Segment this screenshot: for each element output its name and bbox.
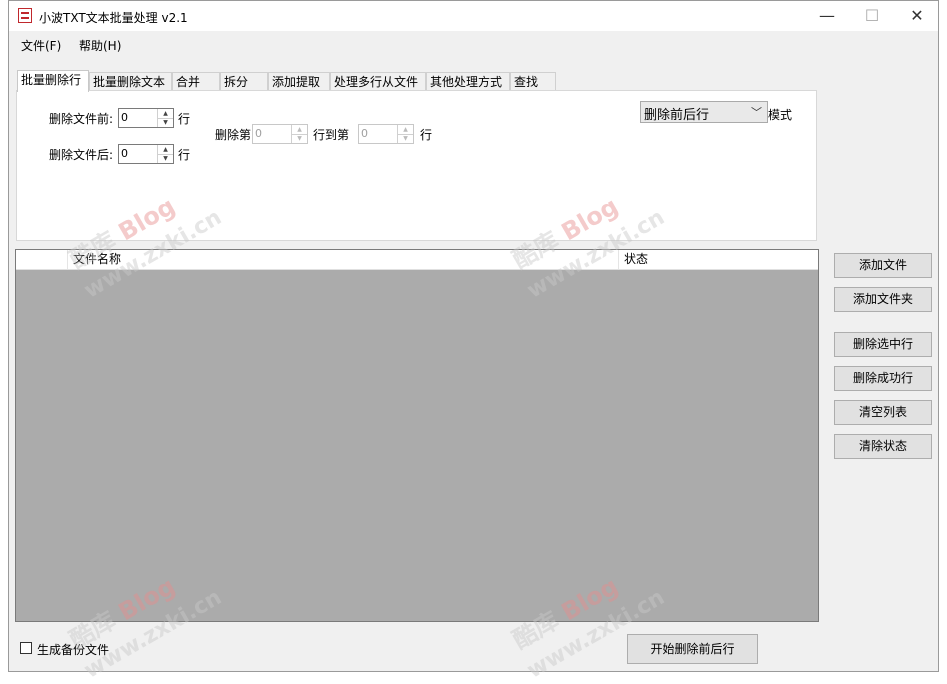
mode-label: 模式 (768, 108, 793, 122)
menu-bar: 文件(F) 帮助(H) (9, 31, 938, 57)
delete-to-value: 0 (361, 127, 368, 140)
delete-to-stepper[interactable]: 0 ▲ ▼ (358, 124, 414, 144)
backup-checkbox[interactable] (20, 642, 32, 654)
tab-find[interactable]: 查找 (510, 72, 556, 91)
mode-select[interactable]: 删除前后行 ﹀ (640, 101, 768, 123)
minimize-icon[interactable]: — (804, 1, 850, 31)
clear-list-button[interactable]: 清空列表 (834, 400, 932, 425)
stepper-down-icon[interactable]: ▼ (398, 134, 413, 143)
add-folder-button[interactable]: 添加文件夹 (834, 287, 932, 312)
stepper-down-icon[interactable]: ▼ (158, 154, 173, 163)
column-header-filename[interactable]: 文件名称 (68, 250, 619, 269)
delete-after-value: 0 (121, 147, 128, 160)
tab-panel-batch-delete-lines: 删除文件前: 0 ▲ ▼ 行 删除文件后: 0 ▲ ▼ 行 删除第 0 ▲ ▼ (16, 90, 817, 241)
mode-select-value: 删除前后行 (644, 108, 710, 123)
tab-split[interactable]: 拆分 (220, 72, 268, 91)
stepper-down-icon[interactable]: ▼ (158, 118, 173, 127)
delete-selected-button[interactable]: 删除选中行 (834, 332, 932, 357)
delete-after-stepper[interactable]: 0 ▲ ▼ (118, 144, 174, 164)
delete-from-label: 删除第 (215, 128, 252, 142)
tab-add-extract[interactable]: 添加提取 (268, 72, 330, 91)
delete-before-stepper[interactable]: 0 ▲ ▼ (118, 108, 174, 128)
menu-file[interactable]: 文件(F) (21, 37, 61, 54)
delete-before-label: 删除文件前: (49, 112, 114, 126)
chevron-down-icon: ﹀ (751, 106, 762, 119)
delete-from-value: 0 (255, 127, 262, 140)
app-logo-icon (18, 8, 32, 23)
title-bar: 小波TXT文本批量处理 v2.1 — ☐ ✕ (9, 1, 938, 31)
delete-before-value: 0 (121, 111, 128, 124)
column-header-status[interactable]: 状态 (619, 250, 818, 269)
file-list-header: 文件名称 状态 (16, 250, 818, 270)
delete-after-label: 删除文件后: (49, 148, 114, 162)
backup-checkbox-label[interactable]: 生成备份文件 (37, 641, 109, 658)
delete-to-label: 行到第 (313, 128, 350, 142)
delete-before-unit: 行 (178, 112, 191, 126)
window-title: 小波TXT文本批量处理 v2.1 (39, 11, 188, 25)
add-file-button[interactable]: 添加文件 (834, 253, 932, 278)
close-icon[interactable]: ✕ (894, 1, 940, 31)
clear-status-button[interactable]: 清除状态 (834, 434, 932, 459)
tab-batch-delete-text[interactable]: 批量删除文本 (89, 72, 172, 91)
delete-to-unit: 行 (420, 128, 433, 142)
column-header-index[interactable] (16, 250, 68, 269)
app-window: 小波TXT文本批量处理 v2.1 — ☐ ✕ 文件(F) 帮助(H) 批量删除行… (8, 0, 939, 672)
start-button[interactable]: 开始删除前后行 (627, 634, 758, 664)
file-list[interactable]: 文件名称 状态 (15, 249, 819, 622)
maximize-icon[interactable]: ☐ (849, 1, 895, 31)
delete-after-unit: 行 (178, 148, 191, 162)
delete-success-button[interactable]: 删除成功行 (834, 366, 932, 391)
tab-other-methods[interactable]: 其他处理方式 (426, 72, 510, 91)
tab-multiline-from-file[interactable]: 处理多行从文件 (330, 72, 426, 91)
tab-batch-delete-lines[interactable]: 批量删除行 (17, 70, 89, 92)
tab-merge[interactable]: 合并 (172, 72, 220, 91)
menu-help[interactable]: 帮助(H) (79, 37, 121, 54)
stepper-down-icon[interactable]: ▼ (292, 134, 307, 143)
delete-from-stepper[interactable]: 0 ▲ ▼ (252, 124, 308, 144)
